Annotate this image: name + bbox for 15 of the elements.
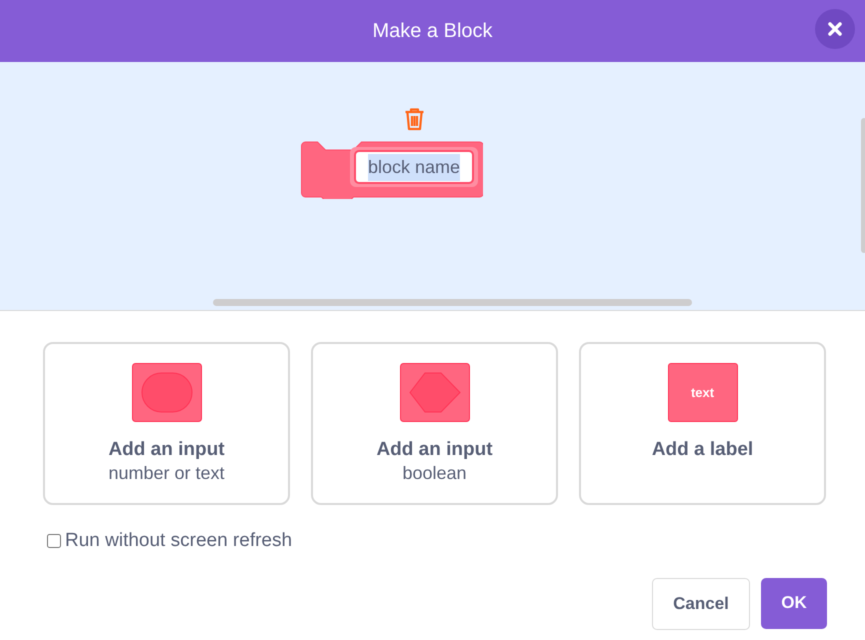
option-title: Add a label bbox=[652, 438, 754, 462]
add-option-card[interactable]: text Add a label bbox=[579, 342, 826, 505]
option-subtitle: number or text bbox=[108, 462, 225, 484]
label-icon: text bbox=[668, 363, 738, 422]
cancel-button[interactable]: Cancel bbox=[652, 578, 750, 630]
option-title: Add an input bbox=[108, 438, 225, 462]
option-subtitle: boolean bbox=[402, 462, 467, 484]
add-option-card[interactable]: Add an input number or text bbox=[43, 342, 290, 505]
custom-block[interactable]: block name bbox=[301, 141, 483, 199]
run-without-refresh-label: Run without screen refresh bbox=[65, 529, 292, 553]
option-title: Add an input bbox=[376, 438, 493, 462]
ok-button[interactable]: OK bbox=[761, 578, 827, 628]
block-name-field[interactable]: block name bbox=[354, 150, 474, 184]
window-title: Make a Block bbox=[372, 19, 493, 44]
add-option-card[interactable]: Add an input boolean bbox=[311, 342, 558, 505]
